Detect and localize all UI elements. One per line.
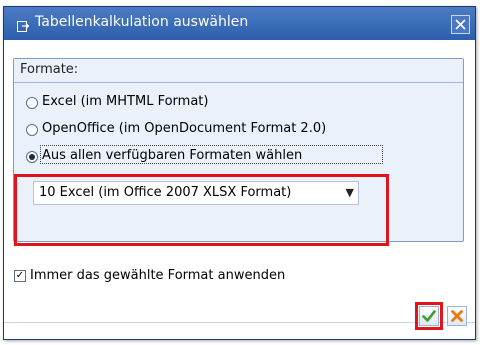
dialog-body: Formate: Excel (im MHTML Format) OpenOff…: [4, 40, 475, 339]
spreadsheet-dialog: Tabellenkalkulation auswählen Formate: E…: [3, 6, 476, 340]
format-dropdown[interactable]: 10 Excel (im Office 2007 XLSX Format) ▼: [33, 181, 359, 205]
radio-button-selected[interactable]: [26, 151, 38, 163]
always-use-format-checkbox[interactable]: ✓: [14, 270, 26, 282]
cancel-button[interactable]: [447, 306, 467, 326]
formats-group-header: Formate:: [14, 59, 463, 83]
radio-button[interactable]: [26, 124, 38, 136]
formats-group-title: Formate:: [20, 62, 79, 77]
ok-button[interactable]: [419, 306, 439, 326]
radio-label: OpenOffice (im OpenDocument Format 2.0): [42, 121, 327, 136]
footer-divider: [4, 322, 475, 323]
radio-label: Excel (im MHTML Format): [42, 94, 209, 109]
formats-group: Formate: Excel (im MHTML Format) OpenOff…: [13, 58, 464, 242]
format-dropdown-value: 10 Excel (im Office 2007 XLSX Format): [39, 185, 292, 200]
dropdown-arrow-icon[interactable]: ▼: [346, 186, 354, 199]
close-icon: [452, 18, 469, 37]
always-use-format-label: Immer das gewählte Format anwenden: [30, 268, 286, 283]
radio-button[interactable]: [26, 97, 38, 109]
close-button[interactable]: [451, 15, 470, 34]
dialog-title-bar[interactable]: Tabellenkalkulation auswählen: [4, 7, 475, 40]
dialog-title: Tabellenkalkulation auswählen: [35, 14, 249, 30]
spreadsheet-export-icon: [17, 17, 30, 32]
radio-label: Aus allen verfügbaren Formaten wählen: [42, 148, 303, 163]
